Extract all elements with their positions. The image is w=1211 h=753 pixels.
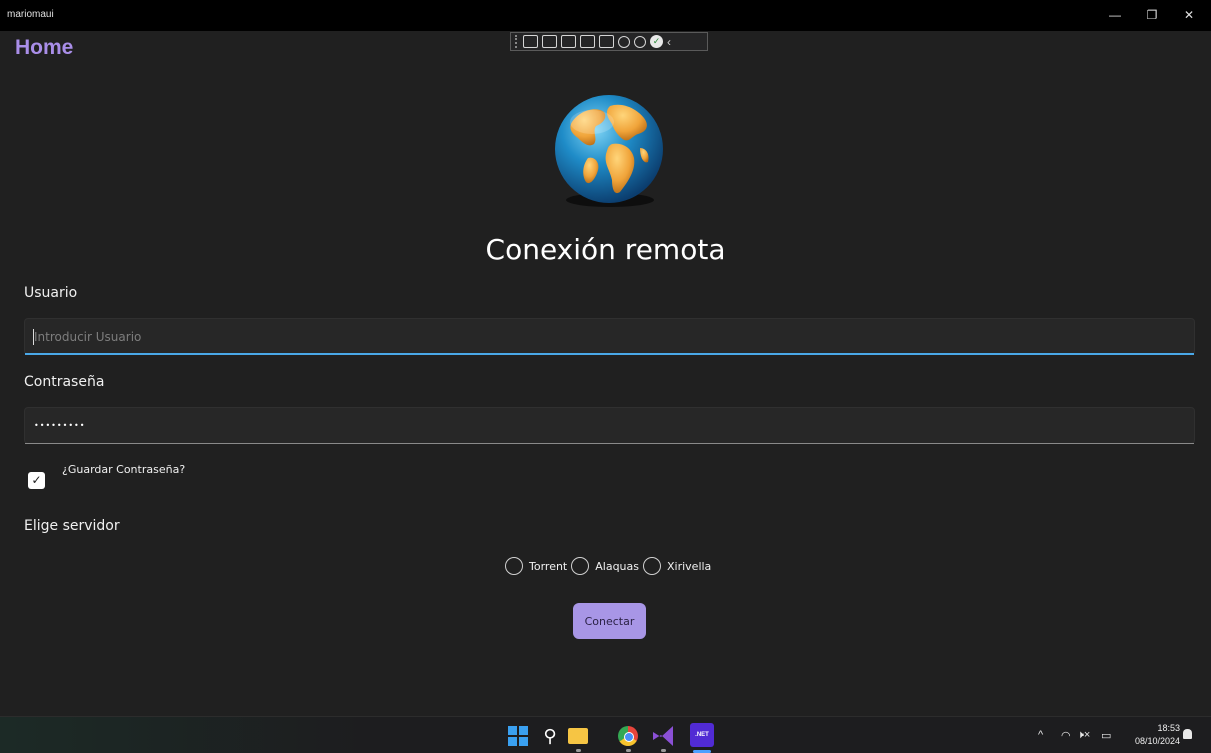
collapse-toolbar-icon[interactable]: ‹ bbox=[667, 35, 671, 49]
clock[interactable]: 18:53 08/10/2024 bbox=[1122, 722, 1180, 748]
server-option-alaquas[interactable]: Alaquas bbox=[571, 557, 639, 575]
taskbar: ⚲ .NET ^ ◠ 🕨× ▭ 18:53 08/10/2024 bbox=[0, 716, 1211, 753]
connection-heading: Conexión remota bbox=[485, 233, 726, 266]
remember-password-label: ¿Guardar Contraseña? bbox=[62, 463, 186, 476]
server-option-torrent[interactable]: Torrent bbox=[505, 557, 567, 575]
globe-icon bbox=[552, 92, 666, 206]
field-underline bbox=[25, 443, 1194, 444]
running-indicator bbox=[626, 749, 631, 752]
select-element-icon[interactable] bbox=[561, 35, 576, 48]
password-field[interactable] bbox=[24, 407, 1195, 444]
clock-date: 08/10/2024 bbox=[1134, 736, 1180, 746]
close-button[interactable]: ✕ bbox=[1179, 6, 1199, 24]
running-indicator bbox=[576, 749, 581, 752]
running-indicator bbox=[661, 749, 666, 752]
radio-label: Torrent bbox=[529, 559, 568, 573]
chrome-icon[interactable] bbox=[618, 726, 638, 746]
radio-label: Xirivella bbox=[667, 559, 712, 573]
toolbar-grip-icon[interactable] bbox=[515, 35, 519, 48]
wifi-icon[interactable]: ◠ bbox=[1061, 729, 1071, 742]
page-title: Home bbox=[15, 36, 74, 59]
password-label: Contraseña bbox=[24, 374, 105, 390]
restore-button[interactable]: ❐ bbox=[1142, 6, 1162, 24]
minimize-button[interactable]: — bbox=[1105, 6, 1125, 24]
volume-muted-icon[interactable]: 🕨× bbox=[1077, 729, 1090, 742]
hot-reload-status-icon[interactable]: ✓ bbox=[650, 35, 663, 48]
clock-time: 18:53 bbox=[1157, 723, 1180, 733]
notifications-icon[interactable] bbox=[1183, 729, 1192, 739]
show-hidden-icons-icon[interactable]: ^ bbox=[1038, 729, 1043, 741]
camera-icon[interactable] bbox=[542, 35, 557, 48]
radio-button[interactable] bbox=[571, 557, 590, 575]
dotnet-app-icon[interactable]: .NET bbox=[690, 723, 714, 747]
radio-button[interactable] bbox=[643, 557, 661, 575]
window-title: mariomaui bbox=[7, 9, 54, 20]
radio-button[interactable] bbox=[505, 557, 523, 575]
connect-button[interactable]: Conectar bbox=[573, 603, 646, 639]
focus-underline bbox=[25, 353, 1194, 355]
accessibility-icon[interactable] bbox=[634, 35, 646, 48]
server-radio-group: Torrent Alaquas Xirivella bbox=[505, 556, 715, 576]
server-label: Elige servidor bbox=[24, 518, 120, 534]
start-icon[interactable] bbox=[508, 726, 528, 746]
live-visual-tree-icon[interactable] bbox=[523, 35, 538, 48]
radio-label: Alaquas bbox=[595, 559, 639, 573]
battery-icon[interactable]: ▭ bbox=[1101, 729, 1111, 742]
username-field[interactable] bbox=[24, 318, 1195, 355]
text-caret bbox=[33, 329, 34, 345]
file-explorer-icon[interactable] bbox=[568, 728, 588, 744]
server-option-xirivella[interactable]: Xirivella bbox=[643, 557, 711, 575]
track-focus-icon[interactable] bbox=[599, 35, 614, 48]
debug-toolbar: ✓ ‹ bbox=[510, 32, 708, 51]
username-label: Usuario bbox=[24, 285, 78, 301]
window-titlebar: mariomaui — ❐ ✕ bbox=[0, 0, 1211, 31]
search-icon[interactable]: ⚲ bbox=[540, 726, 560, 746]
password-input[interactable] bbox=[25, 408, 1194, 443]
visual-studio-icon[interactable] bbox=[653, 726, 673, 746]
username-input[interactable] bbox=[25, 319, 1194, 354]
remember-password-checkbox[interactable]: ✓ bbox=[28, 472, 45, 489]
binding-failures-icon[interactable] bbox=[618, 35, 630, 48]
display-layout-adorners-icon[interactable] bbox=[580, 35, 595, 48]
